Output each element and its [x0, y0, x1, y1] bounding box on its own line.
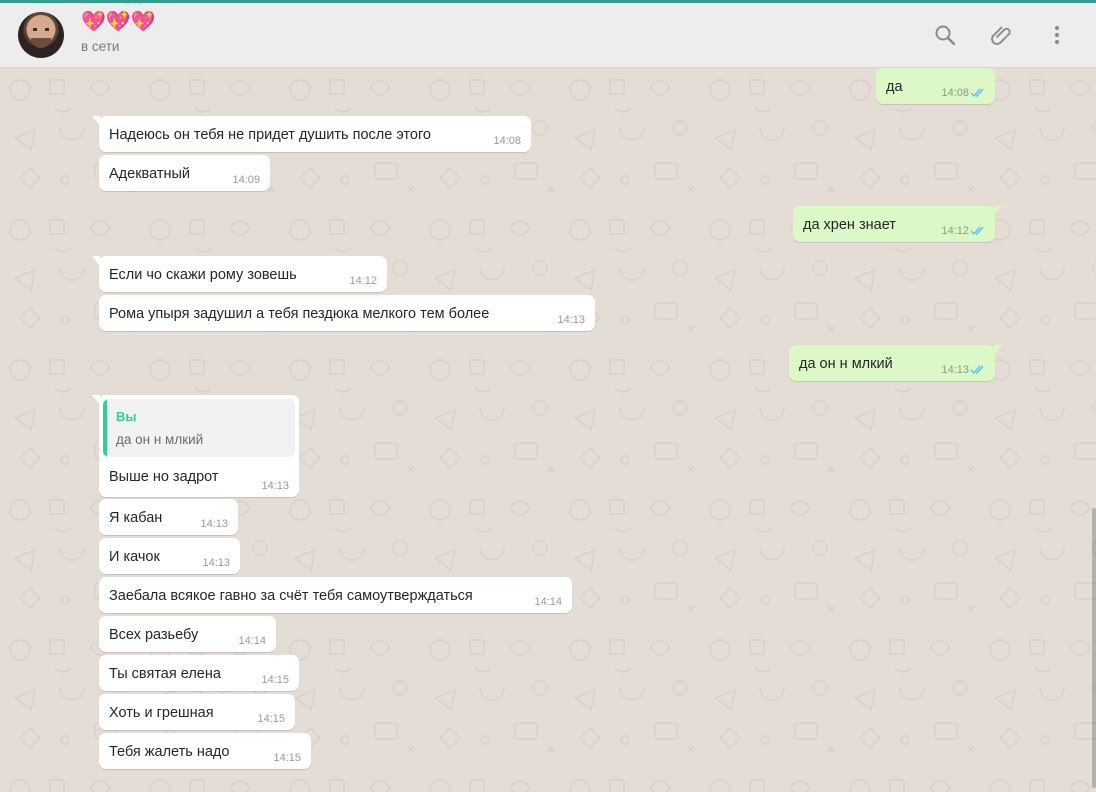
bubble-tail — [92, 256, 100, 266]
message-text: Всех разьебу — [109, 627, 199, 643]
message-time: 14:13 — [261, 480, 289, 492]
message-outgoing[interactable]: да 14:08 — [876, 68, 995, 104]
message-text: Ты святая елена — [109, 666, 221, 682]
quote-text: да он н млкий — [116, 432, 204, 447]
avatar[interactable] — [18, 12, 64, 58]
read-ticks-icon — [970, 88, 984, 98]
message-incoming[interactable]: Заебала всякое гавно за счёт тебя самоут… — [99, 577, 572, 613]
avatar-beard — [31, 38, 51, 48]
message-text: Я кабан — [109, 510, 163, 526]
message-time: 14:13 — [202, 557, 230, 569]
message-text: Адекватный — [109, 166, 190, 182]
message-text: да хрен знает — [803, 217, 896, 233]
chat-area[interactable]: да 14:08 Надеюсь он тебя не придет душит… — [0, 68, 1096, 792]
message-incoming[interactable]: Надеюсь он тебя не придет душить после э… — [92, 116, 531, 152]
message-time: 14:14 — [534, 596, 562, 608]
message-text: да он н млкий — [799, 356, 893, 372]
message-text: Рома упыря задушил а тебя пездюка мелког… — [109, 306, 490, 322]
message-time: 14:14 — [238, 635, 266, 647]
search-icon[interactable] — [931, 21, 959, 49]
quoted-message[interactable]: Вы да он н млкий — [103, 399, 295, 457]
quote-author: Вы — [116, 409, 137, 424]
message-time: 14:13 — [557, 314, 585, 326]
message-time: 14:08 — [493, 135, 521, 147]
message-time: 14:08 — [941, 87, 969, 99]
message-time: 14:13 — [941, 364, 969, 376]
bubble-tail — [92, 395, 100, 405]
bubble-tail — [92, 116, 100, 126]
message-time: 14:15 — [273, 752, 301, 764]
message-time: 14:13 — [200, 518, 228, 530]
avatar-eyes — [33, 28, 49, 31]
message-time: 14:12 — [349, 275, 377, 287]
read-ticks-icon — [970, 226, 984, 236]
message-time: 14:15 — [257, 713, 285, 725]
message-incoming[interactable]: Всех разьебу 14:14 — [99, 616, 276, 652]
read-ticks-icon — [970, 365, 984, 375]
chat-scrollbar[interactable] — [1092, 508, 1096, 788]
message-text: Заебала всякое гавно за счёт тебя самоут… — [109, 588, 473, 604]
message-incoming[interactable]: Хоть и грешная 14:15 — [99, 694, 295, 730]
contact-name[interactable]: 💖💖💖 — [81, 11, 156, 33]
message-incoming[interactable]: Адекватный 14:09 — [99, 155, 270, 191]
contact-status: в сети — [81, 39, 120, 54]
message-text: Выше но задрот — [109, 469, 219, 485]
bubble-tail — [994, 345, 1002, 355]
message-incoming[interactable]: Рома упыря задушил а тебя пездюка мелког… — [99, 295, 595, 331]
message-text: Если чо скажи рому зовешь — [109, 267, 297, 283]
attach-icon[interactable] — [987, 21, 1015, 49]
message-incoming[interactable]: Тебя жалеть надо 14:15 — [99, 733, 311, 769]
message-time: 14:09 — [232, 174, 260, 186]
message-incoming-reply[interactable]: Вы да он н млкий Выше но задрот 14:13 — [92, 395, 299, 497]
message-incoming[interactable]: Ты святая елена 14:15 — [99, 655, 299, 691]
message-time: 14:15 — [261, 674, 289, 686]
message-incoming[interactable]: Я кабан 14:13 — [99, 499, 238, 535]
message-incoming[interactable]: И качок 14:13 — [99, 538, 240, 574]
message-outgoing[interactable]: да он н млкий 14:13 — [789, 345, 1002, 381]
message-time: 14:12 — [941, 225, 969, 237]
message-text: И качок — [109, 549, 160, 565]
quote-accent-bar — [103, 399, 107, 457]
message-outgoing[interactable]: да хрен знает 14:12 — [793, 206, 1002, 242]
chat-header: 💖💖💖 в сети — [0, 3, 1096, 68]
message-text: Хоть и грешная — [109, 705, 214, 721]
bubble-tail — [994, 206, 1002, 216]
message-incoming[interactable]: Если чо скажи рому зовешь 14:12 — [92, 256, 387, 292]
message-text: да — [886, 79, 903, 95]
menu-icon[interactable] — [1043, 21, 1071, 49]
message-text: Тебя жалеть надо — [109, 744, 230, 760]
message-text: Надеюсь он тебя не придет душить после э… — [109, 127, 431, 143]
